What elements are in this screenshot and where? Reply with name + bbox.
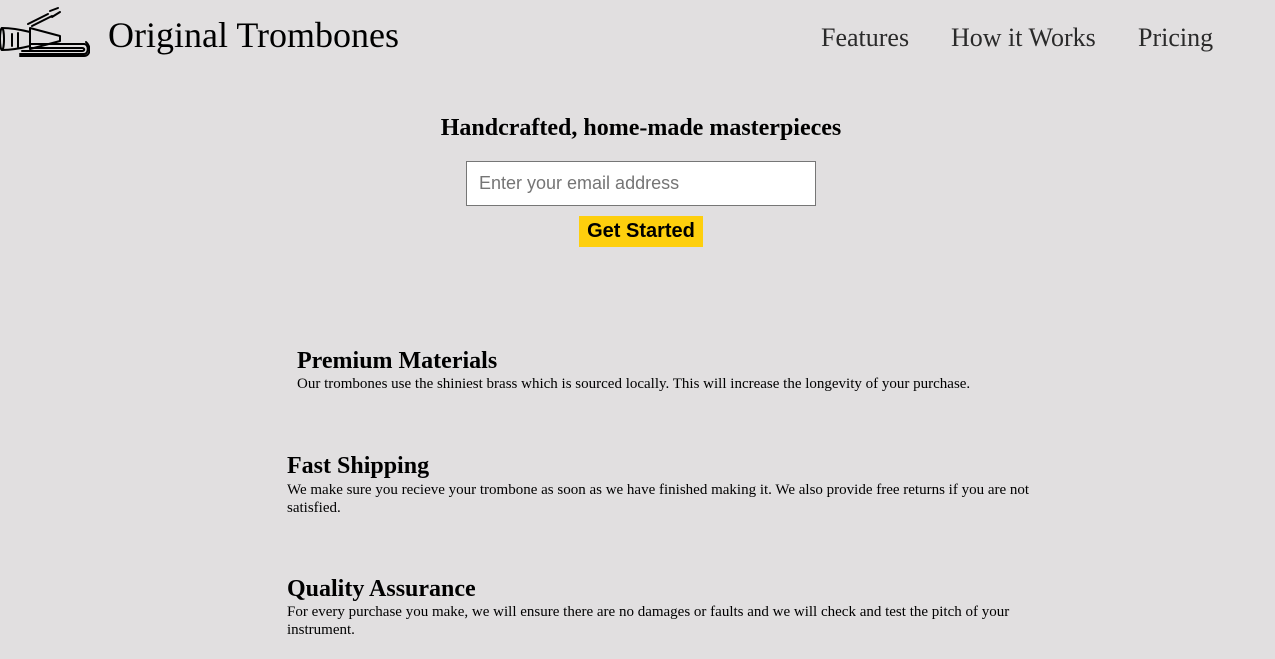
get-started-button[interactable]: Get Started [579, 216, 703, 247]
feature-title: Premium Materials [297, 348, 498, 374]
email-field[interactable] [466, 161, 816, 206]
feature-title: Quality Assurance [287, 576, 476, 602]
feature-title: Fast Shipping [287, 453, 430, 479]
feature-description: We make sure you recieve your trombone a… [287, 482, 1030, 516]
trombone-icon [0, 7, 90, 57]
nav-link-features[interactable]: Features [821, 22, 909, 54]
nav-link-how-it-works[interactable]: How it Works [951, 22, 1096, 54]
feature-description: For every purchase you make, we will ens… [287, 604, 1010, 638]
feature-description: Our trombones use the shiniest brass whi… [297, 376, 971, 392]
nav-link-pricing[interactable]: Pricing [1138, 22, 1213, 54]
site-header: Original Trombones Features How it Works… [0, 0, 1275, 80]
site-title: Original Trombones [108, 15, 400, 55]
hero-title: Handcrafted, home-made masterpieces [440, 115, 842, 141]
